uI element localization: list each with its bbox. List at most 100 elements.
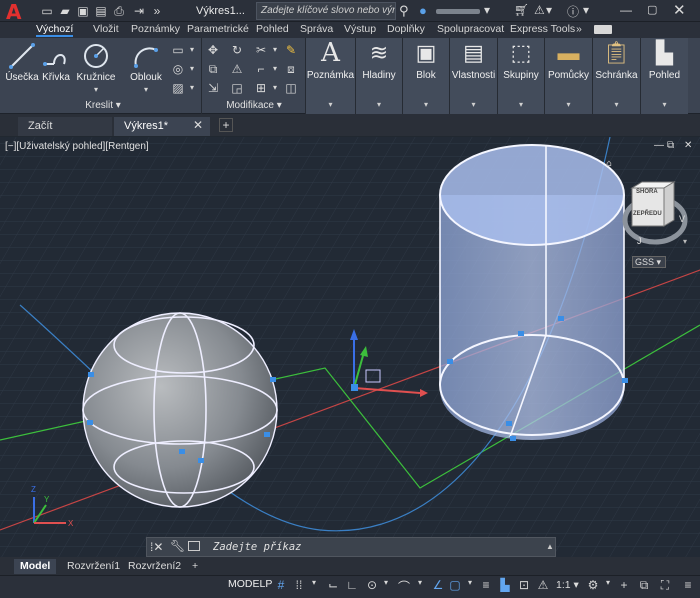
tab-annotate[interactable]: Poznámky	[131, 23, 180, 37]
trim-dropdown-icon[interactable]: ▾	[267, 42, 283, 58]
user-icon[interactable]: ●	[419, 3, 427, 18]
annotation-panel-button[interactable]: A Poznámka ▾	[305, 38, 355, 114]
help-dropdown-icon[interactable]: ▾	[583, 3, 589, 17]
grid-icon[interactable]: #	[273, 578, 289, 592]
share-icon[interactable]: ⇥	[132, 4, 146, 18]
command-line[interactable]	[146, 537, 556, 557]
sphere[interactable]	[82, 312, 278, 508]
viewport-close-icon[interactable]: ✕	[684, 140, 692, 151]
stretch-icon[interactable]: ⇲	[205, 80, 221, 96]
utilities-panel-button[interactable]: ▬ Pomůcky ▾	[544, 38, 592, 114]
viewcube-top-label[interactable]: SHORA	[636, 189, 658, 195]
cylinder[interactable]	[439, 144, 628, 441]
object-snap-icon[interactable]: ▢	[447, 578, 463, 592]
command-history-icon[interactable]: ▲	[546, 542, 554, 551]
groups-panel-button[interactable]: ⬚ Skupiny ▾	[497, 38, 544, 114]
tab-layout2[interactable]: Rozvržení2	[122, 559, 187, 574]
block-panel-button[interactable]: ▣ Blok ▾	[402, 38, 449, 114]
transparency-icon[interactable]: ▙	[497, 578, 513, 592]
isolate-objects-icon[interactable]: ⧉	[636, 578, 652, 593]
scale-icon[interactable]: ◲	[229, 80, 245, 96]
modify-panel-title[interactable]: Modifikace ▾	[212, 100, 296, 113]
annotation-visibility-icon[interactable]: ⚠︎	[535, 578, 551, 592]
isodraft-icon[interactable]: ⌒	[396, 578, 412, 595]
snap-dropdown-icon[interactable]: ▾	[306, 578, 322, 587]
search-input[interactable]: Zadejte klíčové slovo nebo výraz	[256, 2, 396, 20]
tab-start[interactable]: Začít	[18, 117, 112, 136]
polar-dropdown-icon[interactable]: ▾	[378, 578, 394, 587]
viewport-minimize-icon[interactable]: —	[654, 140, 664, 151]
mirror-icon[interactable]: ⚠︎	[229, 61, 245, 77]
autodesk-app-icon[interactable]: ⚠︎	[534, 3, 545, 17]
tab-view[interactable]: Pohled	[256, 23, 289, 37]
workspace-dropdown-icon[interactable]: ▾	[600, 578, 616, 587]
rectangle-dropdown-icon[interactable]: ▾	[184, 42, 200, 58]
fullscreen-icon[interactable]: ⛶	[657, 578, 673, 593]
print-icon[interactable]: ⎙	[112, 4, 126, 18]
circle-dropdown-icon[interactable]: ▾	[88, 82, 104, 98]
tab-home[interactable]: Výchozí	[36, 23, 74, 37]
command-prompt-icon[interactable]	[188, 541, 200, 551]
viewport-controls-label[interactable]: [−][Uživatelský pohled][Rentgen]	[5, 141, 149, 152]
customization-menu-icon[interactable]: ≡	[680, 578, 696, 592]
array-dropdown-icon[interactable]: ▾	[267, 80, 283, 96]
app-dropdown-icon[interactable]: ▾	[546, 3, 552, 17]
fillet-dropdown-icon[interactable]: ▾	[267, 61, 283, 77]
arc-dropdown-icon[interactable]: ▾	[138, 82, 154, 98]
tab-manage[interactable]: Správa	[300, 23, 333, 37]
line-button[interactable]: Úsečka	[4, 40, 40, 100]
annotation-scale[interactable]: 1:1 ▾	[556, 579, 579, 591]
user-dropdown-icon[interactable]: ▾	[484, 3, 490, 17]
snap-icon[interactable]: ⁞⁞	[291, 578, 307, 592]
command-input[interactable]: Zadejte příkaz	[213, 541, 302, 553]
maximize-icon[interactable]: ▢	[647, 3, 657, 16]
ortho-icon[interactable]: ∟	[344, 578, 360, 592]
command-customize-icon[interactable]: 🔧︎	[170, 539, 185, 553]
tab-addins[interactable]: Doplňky	[387, 23, 425, 37]
tab-collaborate[interactable]: Spolupracovat	[437, 23, 504, 37]
app-logo-icon[interactable]: A	[6, 2, 28, 22]
open-folder-icon[interactable]: ▰	[58, 4, 72, 18]
quick-access-more-icon[interactable]: »	[150, 4, 164, 18]
tab-output[interactable]: Výstup	[344, 23, 376, 37]
copy-icon[interactable]: ⧉	[205, 61, 221, 77]
tab-express-tools[interactable]: Express Tools	[510, 23, 575, 37]
model-space-button[interactable]: MODELP	[228, 578, 272, 590]
close-tab-icon[interactable]: ✕	[193, 118, 203, 132]
offset-icon[interactable]: ◫	[283, 80, 299, 96]
model-space-canvas[interactable]: Z Y X SHORA ZEPŘEDU J V ⌂ ▾	[0, 137, 700, 557]
view-panel-button[interactable]: ▙ Pohled ▾	[640, 38, 688, 114]
explode-icon[interactable]: ⧈	[283, 61, 299, 77]
polyline-button[interactable]: Křivka	[38, 40, 74, 100]
isodraft-dropdown-icon[interactable]: ▾	[412, 578, 428, 587]
object-snap-tracking-icon[interactable]: ∠	[430, 578, 446, 592]
help-icon[interactable]: ⓘ	[567, 3, 579, 20]
new-file-icon[interactable]: ▭	[40, 4, 54, 18]
object-snap-dropdown-icon[interactable]: ▾	[462, 578, 478, 587]
lineweight-icon[interactable]: ≡	[478, 578, 494, 592]
layers-panel-button[interactable]: ≋ Hladiny ▾	[355, 38, 402, 114]
viewcube-front-label[interactable]: ZEPŘEDU	[633, 209, 662, 217]
clipboard-panel-button[interactable]: 📋︎ Schránka ▾	[592, 38, 640, 114]
infer-constraints-icon[interactable]: ⌙	[325, 578, 341, 592]
tab-parametric[interactable]: Parametrické	[187, 23, 249, 37]
draw-panel-title[interactable]: Kreslit ▾	[70, 100, 136, 113]
tab-insert[interactable]: Vložit	[93, 23, 119, 37]
cart-icon[interactable]: 🛒︎	[514, 3, 529, 17]
user-name-bar[interactable]	[436, 9, 480, 14]
ucs-menu-button[interactable]: GSS ▾	[632, 256, 666, 268]
command-close-icon[interactable]: ⁞✕	[150, 540, 163, 554]
move-icon[interactable]: ✥	[205, 42, 221, 58]
annotation-monitor-icon[interactable]: +	[616, 578, 632, 592]
hatch-dropdown-icon[interactable]: ▾	[184, 61, 200, 77]
tab-model[interactable]: Model	[14, 559, 57, 574]
viewcube-south-label[interactable]: J	[637, 236, 642, 246]
tab-layout1[interactable]: Rozvržení1	[61, 559, 126, 574]
search-icon[interactable]: ⚲	[399, 3, 409, 19]
tabs-more-icon[interactable]: »	[576, 23, 582, 37]
viewcube-west-label[interactable]: V	[679, 214, 685, 224]
save-icon[interactable]: ▣	[76, 4, 90, 18]
workspace-gear-icon[interactable]: ⚙	[585, 578, 601, 592]
tab-options-icon[interactable]	[594, 25, 612, 34]
properties-panel-button[interactable]: ▤ Vlastnosti ▾	[449, 38, 497, 114]
